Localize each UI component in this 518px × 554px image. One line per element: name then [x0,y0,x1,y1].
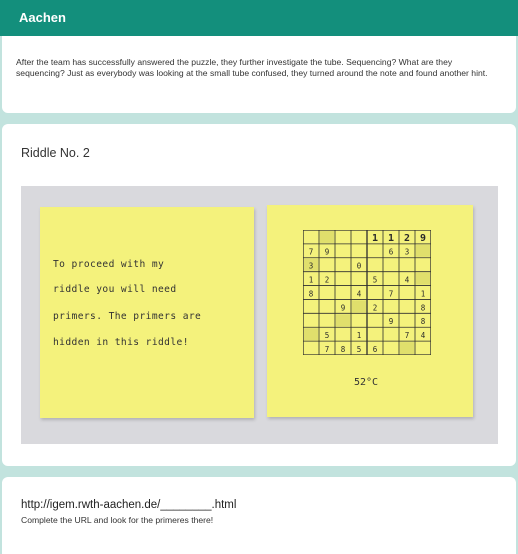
grid-cell-value: 2 [373,303,378,312]
grid-shaded-cell [304,328,318,341]
riddle-card: Riddle No. 2 To proceed with my riddle y… [2,124,516,466]
note-line: hidden in this riddle! [53,337,189,348]
grid-cell-value: 8 [309,289,314,298]
grid-shaded-cell [416,272,430,285]
url-hint: Complete the URL and look for the primer… [21,515,214,525]
grid-cell-value: 2 [325,276,330,285]
grid-cell-value: 9 [420,233,426,244]
note-line: riddle you will need [53,284,177,295]
grid-cell-value: 1 [372,233,378,244]
grid-cell-value: 9 [341,303,346,312]
grid-cell-value: 8 [421,303,426,312]
grid-cell-value: 3 [405,248,410,257]
note-line: To proceed with my [53,259,165,270]
temperature-label: 52°C [354,377,379,388]
grid-cell-value: 4 [421,331,426,340]
page-header: Aachen [0,0,518,36]
intro-card: After the team has successfully answered… [2,36,516,113]
grid-shaded-cell [336,314,350,327]
grid-shaded-cell [352,300,366,313]
grid-cell-value: 5 [357,345,362,354]
grid-cell-value: 2 [404,233,410,244]
url-card: http://igem.rwth-aachen.de/________.html… [2,477,516,554]
grid-cell-value: 5 [325,331,330,340]
grid-cell-value: 8 [421,317,426,326]
riddle-note-right: 1129796330125484719289851747856 52°C [267,205,473,417]
note-line: primers. The primers are [53,311,202,322]
grid-cell-value: 8 [341,345,346,354]
grid-cell-value: 7 [309,248,314,257]
grid-cell-value: 7 [325,345,330,354]
riddle-note-left: To proceed with my riddle you will need … [40,207,254,418]
riddle-photo: To proceed with my riddle you will need … [21,186,498,444]
grid-cell-value: 3 [309,262,314,271]
grid-shaded-cell [416,244,430,257]
grid-cell-value: 5 [373,276,378,285]
grid-cell-value: 4 [405,276,410,285]
grid-cell-value: 7 [405,331,410,340]
grid-cell-value: 9 [389,317,394,326]
grid-cell-value: 4 [357,289,362,298]
intro-text: After the team has successfully answered… [16,57,488,78]
grid-cell-value: 7 [389,289,394,298]
grid-cell-value: 6 [389,248,394,257]
grid-cell-value: 6 [373,345,378,354]
grid-cell-value: 1 [357,331,362,340]
grid-cell-value: 0 [357,262,362,271]
grid-shaded-cell [320,231,334,243]
grid-cell-value: 1 [309,276,314,285]
grid-cell-value: 1 [421,289,426,298]
header-title: Aachen [19,10,66,25]
grid-shaded-cell [400,342,414,354]
number-grid: 1 1 2 97 9 6 33 01 2 5 48 4 7 19 2 89 85 1 7 47 8 5 6 [303,230,431,355]
riddle-title: Riddle No. 2 [21,146,90,160]
grid-cell-value: 9 [325,248,330,257]
grid-cell-value: 1 [388,233,394,244]
url-template: http://igem.rwth-aachen.de/________.html [21,499,237,511]
